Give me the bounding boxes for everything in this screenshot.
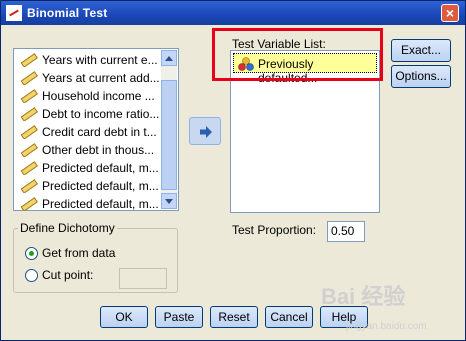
highlight-annotation <box>212 28 383 81</box>
define-dichotomy-legend: Define Dichotomy <box>18 221 117 235</box>
paste-button-label: Paste <box>163 310 195 324</box>
exact-button-label: Exact... <box>400 43 441 57</box>
paste-button[interactable]: Paste <box>155 306 203 328</box>
cut-point-label: Cut point: <box>42 268 94 282</box>
list-item[interactable]: Predicted default, m... <box>20 195 166 213</box>
list-item[interactable]: Debt to income ratio... <box>20 105 166 123</box>
ruler-icon <box>20 143 38 157</box>
list-item[interactable]: Predicted default, m... <box>20 159 166 177</box>
list-item-label: Years with current e... <box>42 53 158 67</box>
arrow-right-icon <box>200 126 212 138</box>
get-from-data-label: Get from data <box>42 246 116 260</box>
ruler-icon <box>20 179 38 193</box>
scroll-thumb[interactable] <box>161 80 177 190</box>
options-button-label: Options... <box>395 69 447 83</box>
list-item-label: Other debt in thous... <box>42 143 155 157</box>
ok-button[interactable]: OK <box>100 306 148 328</box>
test-proportion-label: Test Proportion: <box>232 223 317 237</box>
title-bar: Binomial Test × <box>1 1 465 25</box>
list-item-label: Predicted default, m... <box>42 197 159 211</box>
list-item[interactable]: Years at current add... <box>20 69 166 87</box>
watermark-logo: Bai 经验 <box>321 284 406 309</box>
exact-button[interactable]: Exact... <box>391 39 451 62</box>
list-item[interactable]: Credit card debt in t... <box>20 123 166 141</box>
ruler-icon <box>20 161 38 175</box>
reset-button[interactable]: Reset <box>210 306 258 328</box>
watermark-url: jingyan.baidu.com <box>346 321 427 332</box>
close-button[interactable]: × <box>441 4 459 22</box>
scroll-down-button[interactable] <box>161 193 177 209</box>
cut-point-radio[interactable] <box>25 269 38 282</box>
radio-selected-dot <box>29 251 34 256</box>
vertical-scrollbar[interactable] <box>161 50 177 209</box>
ruler-icon <box>20 197 38 211</box>
ruler-icon <box>20 89 38 103</box>
cut-point-input[interactable] <box>119 268 167 289</box>
binomial-test-dialog: Binomial Test × Years with current e... … <box>0 0 466 341</box>
list-item-label: Debt to income ratio... <box>42 107 160 121</box>
cancel-button[interactable]: Cancel <box>265 306 313 328</box>
reset-button-label: Reset <box>218 310 250 324</box>
list-item-label: Household income ... <box>42 89 155 103</box>
ruler-icon <box>20 53 38 67</box>
list-item[interactable]: Years with current e... <box>20 51 166 69</box>
ruler-icon <box>20 107 38 121</box>
cancel-button-label: Cancel <box>270 310 308 324</box>
ruler-icon <box>20 125 38 139</box>
list-item[interactable]: Household income ... <box>20 87 166 105</box>
test-proportion-input[interactable]: 0.50 <box>327 221 365 242</box>
list-item[interactable]: Other debt in thous... <box>20 141 166 159</box>
ruler-icon <box>20 71 38 85</box>
options-button[interactable]: Options... <box>391 65 451 88</box>
list-item-label: Predicted default, m... <box>42 161 159 175</box>
source-variable-list[interactable]: Years with current e... Years at current… <box>13 48 179 211</box>
list-item-label: Years at current add... <box>42 71 160 85</box>
list-item[interactable]: Predicted default, m... <box>20 177 166 195</box>
scroll-up-button[interactable] <box>161 50 177 66</box>
ok-button-label: OK <box>115 310 133 324</box>
window-title: Binomial Test <box>27 6 108 20</box>
app-icon <box>6 5 22 21</box>
list-item-label: Predicted default, m... <box>42 179 159 193</box>
get-from-data-radio[interactable] <box>25 247 38 260</box>
move-variable-button[interactable] <box>189 117 221 145</box>
list-item-label: Credit card debt in t... <box>42 125 157 139</box>
